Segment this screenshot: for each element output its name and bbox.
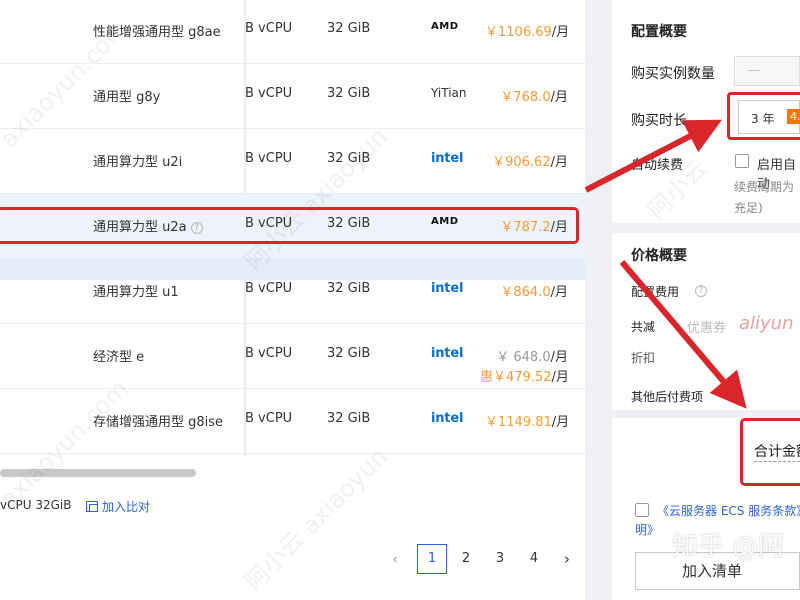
help-icon[interactable]: ?	[695, 285, 707, 297]
prev-page-button[interactable]: ‹	[380, 544, 410, 574]
quantity-stepper[interactable]: —	[734, 56, 800, 86]
price-cell: ￥906.62/月	[492, 155, 568, 170]
highlight-box-duration	[727, 92, 800, 140]
minus-icon[interactable]: —	[747, 63, 760, 78]
memory-cell: 32 GiB	[327, 151, 371, 166]
coupon-label: 优惠券	[687, 321, 727, 336]
intel-logo-icon: intel	[431, 281, 464, 296]
intel-logo-icon: intel	[431, 346, 464, 361]
intel-logo-icon: intel	[431, 411, 464, 426]
auto-renew-note-end: 充足)	[734, 201, 763, 215]
memory-cell: 32 GiB	[327, 346, 371, 361]
discount-label: 折扣	[631, 351, 656, 365]
table-row[interactable]: 性能增强通用型 g8ae B vCPU 32 GiB AMD ￥1106.69/…	[0, 0, 585, 64]
selection-summary: vCPU 32GiB	[0, 498, 72, 512]
instance-type-name: 通用算力型 u2i	[93, 155, 183, 170]
vcpu-cell: B vCPU	[245, 281, 293, 296]
page-1-button[interactable]: 1	[417, 544, 447, 574]
instance-type-name: 性能增强通用型 g8ae	[93, 25, 221, 40]
total-amount-box: 合计金额	[740, 418, 800, 486]
instance-table: 性能增强通用型 g8ae B vCPU 32 GiB AMD ￥1106.69/…	[0, 0, 585, 600]
total-amount-label: 合计金额	[754, 441, 800, 462]
memory-cell: 32 GiB	[327, 86, 371, 101]
zhihu-watermark: 知乎 @阿	[672, 532, 785, 562]
highlight-box-selected-row	[0, 207, 579, 244]
section-divider	[612, 223, 800, 233]
instance-type-name: 通用型 g8y	[93, 90, 161, 105]
aliyun-watermark-text: aliyun	[739, 313, 794, 334]
config-summary-title: 配置概要	[631, 24, 687, 40]
quantity-label: 购买实例数量	[631, 66, 715, 82]
auto-renew-note: 续费周期为	[734, 180, 795, 194]
instance-type-name: 存储增强通用型 g8ise	[93, 415, 224, 430]
price-summary-title: 价格概要	[631, 248, 687, 264]
intel-logo-icon: intel	[431, 151, 464, 166]
add-to-compare-button[interactable]: 加入比对	[86, 498, 150, 515]
config-fee-label: 配置费用	[631, 285, 680, 299]
vcpu-cell: B vCPU	[245, 346, 293, 361]
section-divider	[612, 410, 800, 418]
auto-renew-checkbox[interactable]	[735, 154, 749, 168]
memory-cell: 32 GiB	[327, 21, 371, 36]
instance-type-name: 经济型 e	[93, 350, 145, 365]
cpu-architecture-label: YiTian	[431, 86, 467, 100]
discount-price-cell: 惠￥479.52/月	[480, 370, 569, 385]
total-reduction-label: 共减	[631, 320, 656, 334]
compare-icon	[86, 501, 98, 512]
vcpu-cell: B vCPU	[245, 411, 293, 426]
price-cell: ￥864.0/月	[500, 285, 568, 300]
page-4-button[interactable]: 4	[519, 544, 549, 574]
horizontal-scrollbar[interactable]	[0, 469, 196, 477]
vcpu-cell: B vCPU	[245, 151, 293, 166]
other-fees-label: 其他后付费项	[631, 390, 704, 404]
next-page-button[interactable]: ›	[552, 544, 582, 574]
auto-renew-label: 自动续费	[631, 158, 684, 173]
memory-cell: 32 GiB	[327, 281, 371, 296]
vcpu-cell: B vCPU	[245, 86, 293, 101]
duration-label: 购买时长	[631, 113, 687, 129]
memory-cell: 32 GiB	[327, 411, 371, 426]
table-row[interactable]: 通用算力型 u1 B vCPU 32 GiB intel ￥864.0/月	[0, 259, 585, 324]
instance-type-name: 通用算力型 u1	[93, 285, 179, 300]
table-row[interactable]: 经济型 e B vCPU 32 GiB intel ￥ 648.0/月 惠￥47…	[0, 324, 585, 389]
page-3-button[interactable]: 3	[485, 544, 515, 574]
price-cell: ￥768.0/月	[500, 90, 568, 105]
table-row[interactable]: 通用型 g8y B vCPU 32 GiB YiTian ￥768.0/月	[0, 64, 585, 129]
table-row[interactable]: 通用算力型 u2i B vCPU 32 GiB intel ￥906.62/月	[0, 129, 585, 194]
amd-logo-icon: AMD	[431, 21, 459, 32]
price-cell: ￥1106.69/月	[485, 25, 570, 40]
price-cell: ￥1149.81/月	[485, 415, 570, 430]
order-summary-panel: 配置概要 购买实例数量 — 购买时长 3 年 4.6 自动续费 启用自动 续费周…	[612, 0, 800, 600]
discount-badge: 惠	[480, 370, 494, 385]
page-2-button[interactable]: 2	[451, 544, 481, 574]
vcpu-cell: B vCPU	[245, 21, 293, 36]
original-price-cell: ￥ 648.0/月	[496, 350, 568, 365]
table-row[interactable]: 存储增强通用型 g8ise B vCPU 32 GiB intel ￥1149.…	[0, 389, 585, 454]
